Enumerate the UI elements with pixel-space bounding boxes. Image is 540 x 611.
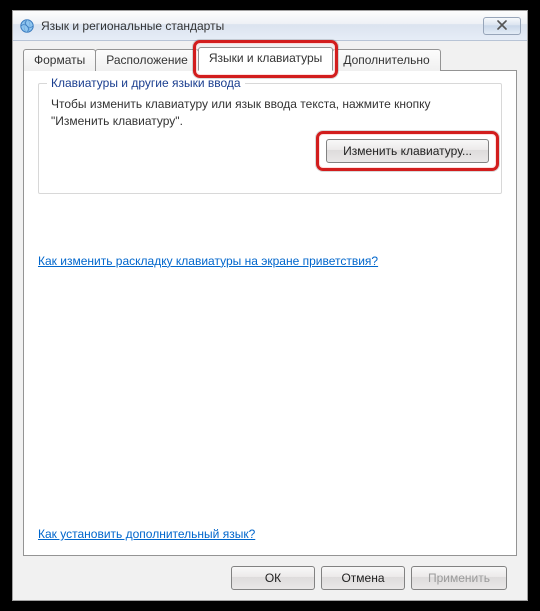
- change-keyboard-button[interactable]: Изменить клавиатуру...: [326, 139, 489, 163]
- close-icon: [496, 19, 508, 33]
- tab-location[interactable]: Расположение: [95, 49, 199, 71]
- group-description: Чтобы изменить клавиатуру или язык ввода…: [51, 96, 489, 131]
- tab-languages-keyboards[interactable]: Языки и клавиатуры: [198, 47, 333, 71]
- window-title: Язык и региональные стандарты: [41, 19, 483, 33]
- tab-strip: Форматы Расположение Языки и клавиатуры …: [23, 49, 517, 71]
- tab-advanced[interactable]: Дополнительно: [332, 49, 440, 71]
- cancel-button[interactable]: Отмена: [321, 566, 405, 590]
- close-button[interactable]: [483, 17, 521, 35]
- tab-formats[interactable]: Форматы: [23, 49, 96, 71]
- apply-button[interactable]: Применить: [411, 566, 507, 590]
- globe-icon: [19, 18, 35, 34]
- link-install-language[interactable]: Как установить дополнительный язык?: [38, 527, 255, 541]
- tab-panel: Клавиатуры и другие языки ввода Чтобы из…: [23, 70, 517, 556]
- groupbox-legend: Клавиатуры и другие языки ввода: [47, 76, 245, 90]
- keyboards-groupbox: Клавиатуры и другие языки ввода Чтобы из…: [38, 83, 502, 194]
- link-welcome-layout[interactable]: Как изменить раскладку клавиатуры на экр…: [38, 254, 502, 268]
- ok-button[interactable]: ОК: [231, 566, 315, 590]
- dialog-button-row: ОК Отмена Применить: [23, 556, 517, 590]
- titlebar: Язык и региональные стандарты: [13, 11, 527, 41]
- tab-label: Языки и клавиатуры: [209, 51, 322, 65]
- client-area: Форматы Расположение Языки и клавиатуры …: [13, 41, 527, 600]
- dialog-window: Язык и региональные стандарты Форматы Ра…: [12, 10, 528, 601]
